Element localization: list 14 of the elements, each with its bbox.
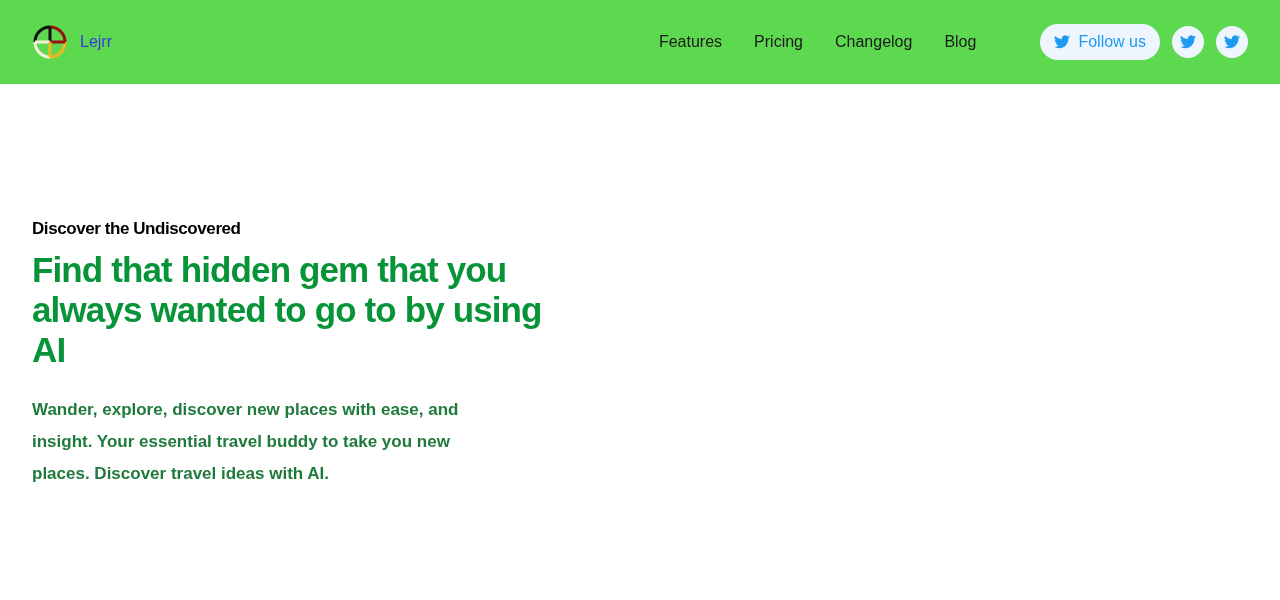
hero-description: Wander, explore, discover new places with ease, and insight. Your essential travel buddy to take you new places. Discover travel ideas with AI.: [32, 398, 460, 485]
twitter-button[interactable]: [1172, 26, 1204, 58]
hero-eyebrow: Discover the Undiscovered: [32, 218, 242, 240]
nav-link[interactable]: Features: [658, 30, 723, 54]
nav-link[interactable]: Changelog: [835, 30, 913, 54]
bird-icon: [1180, 35, 1196, 49]
nav-link[interactable]: Blog: [944, 30, 977, 54]
hero-heading: Find that hidden gem that you always wanted to go to by using AI: [32, 249, 543, 370]
logo-icon[interactable]: [32, 24, 68, 60]
bird-icon: [1054, 35, 1071, 49]
bird-icon: [1224, 35, 1240, 49]
twitter-button[interactable]: [1216, 26, 1248, 58]
nav-link[interactable]: Pricing: [754, 30, 803, 54]
brand-link[interactable]: Lejrr: [80, 30, 112, 54]
